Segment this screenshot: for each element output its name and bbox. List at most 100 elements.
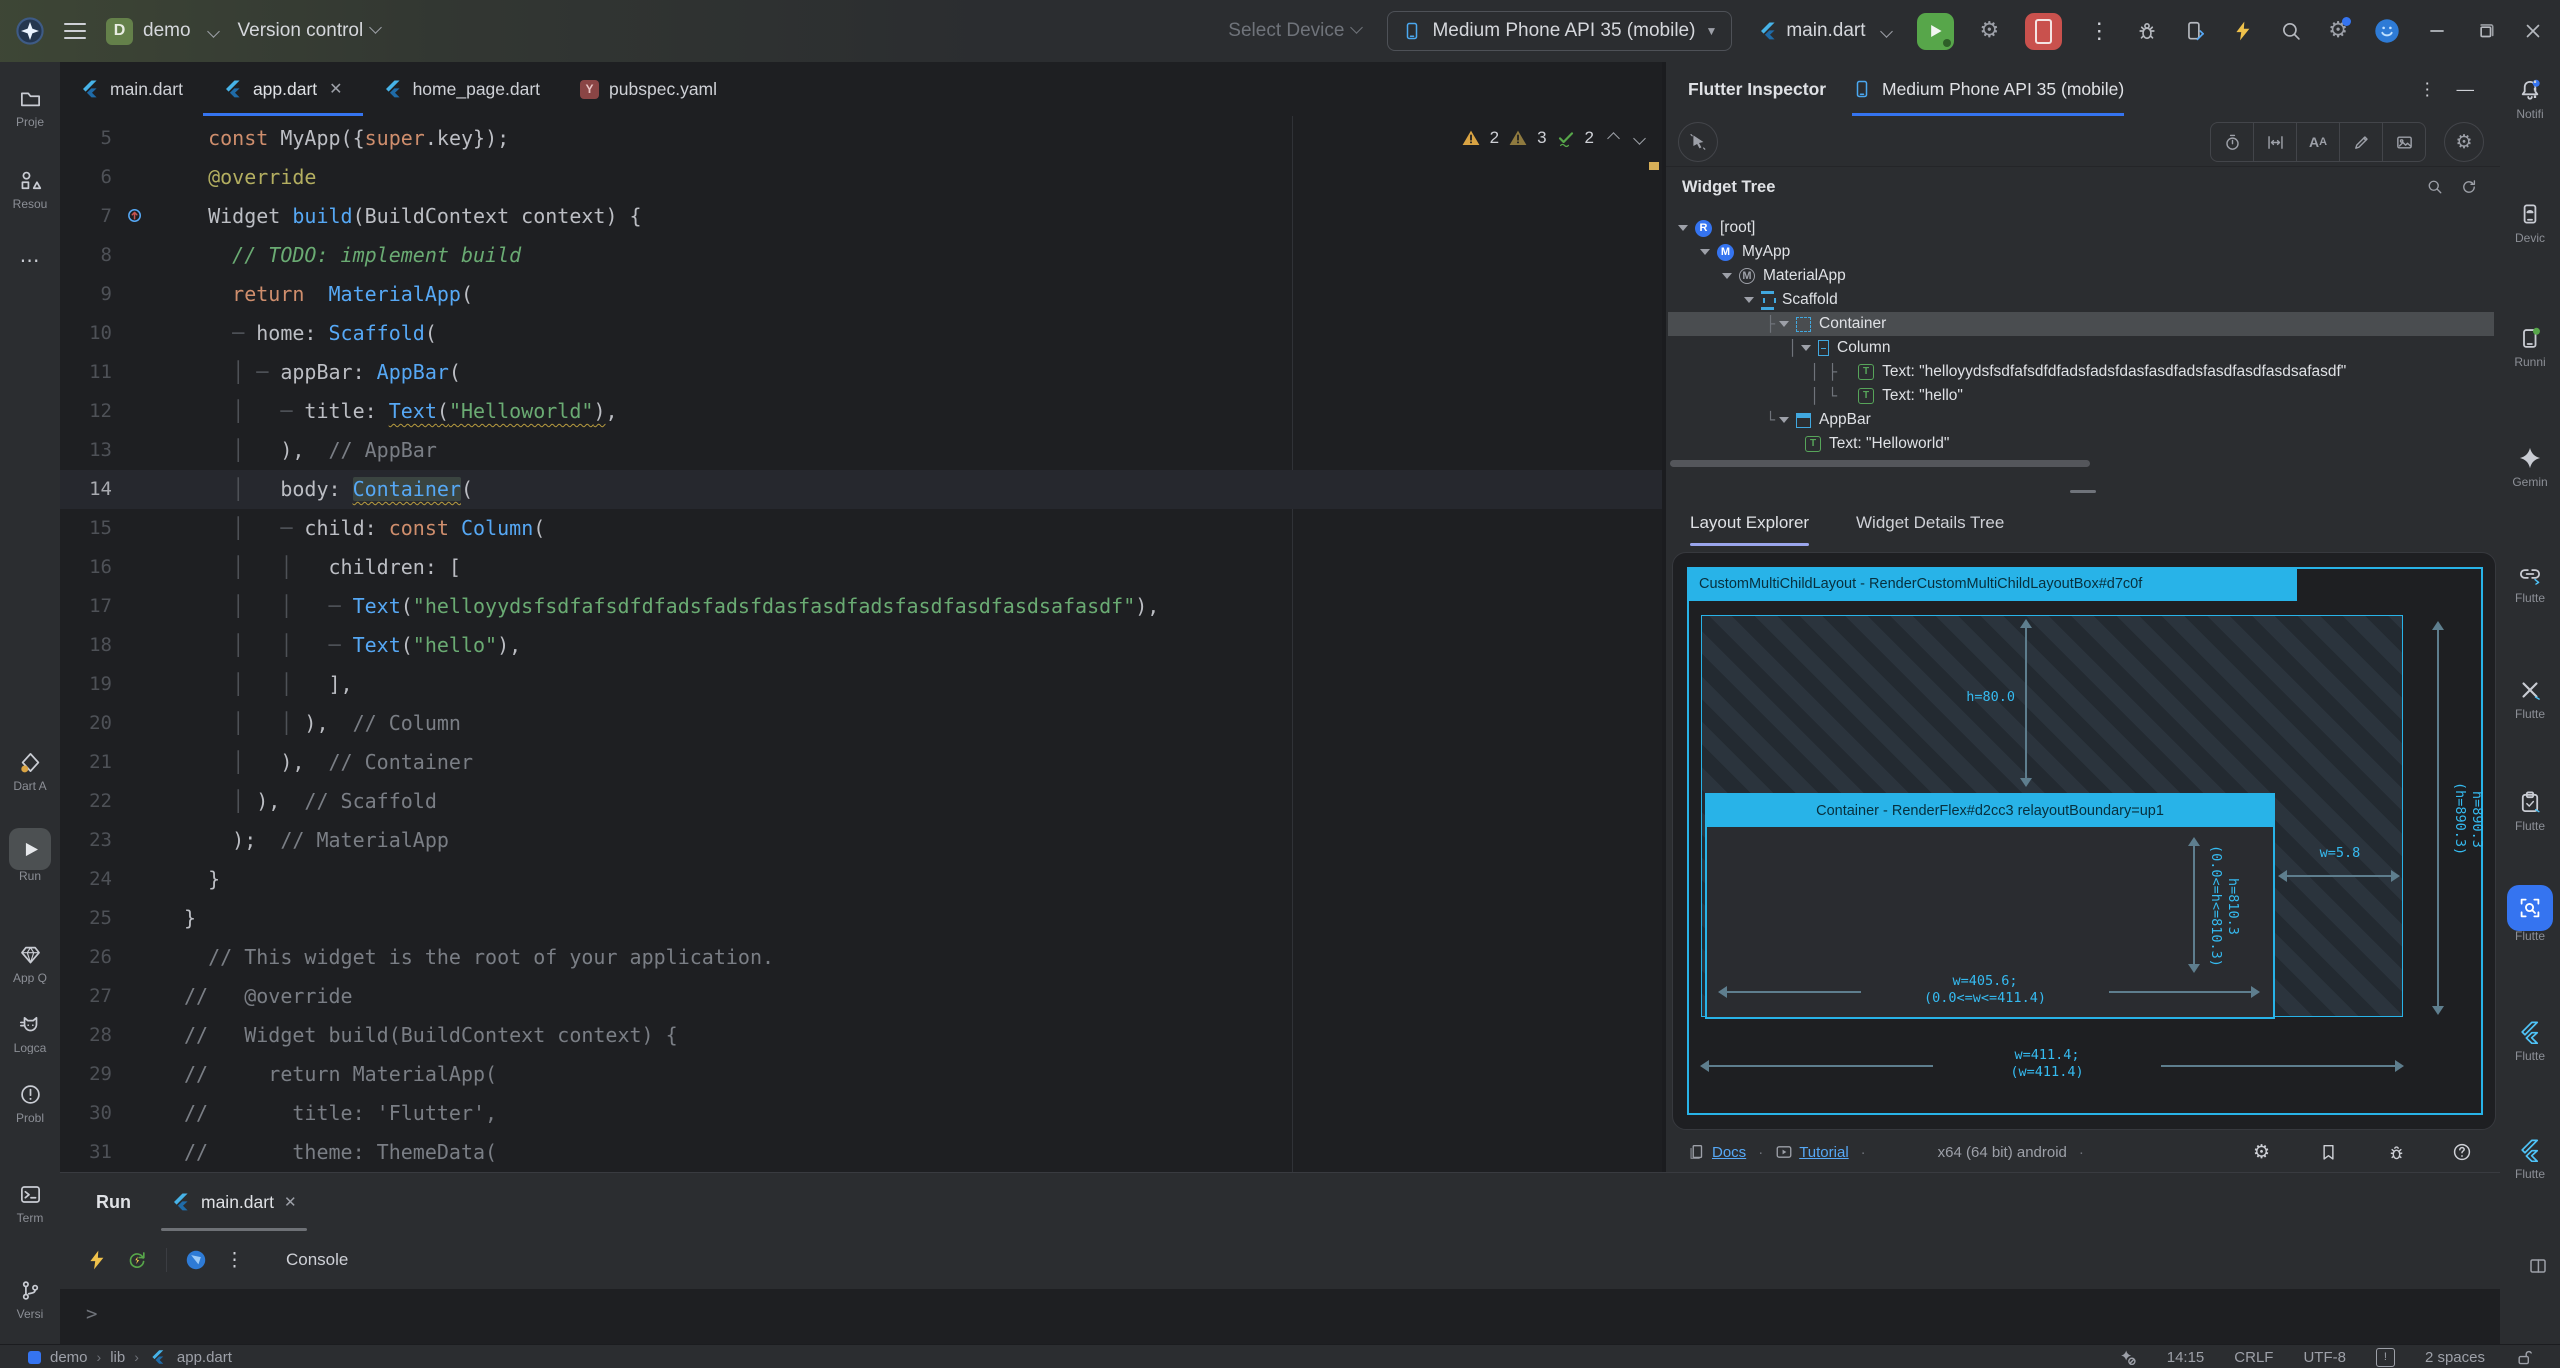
code-line-9[interactable]: 9 return MaterialApp(	[60, 275, 1662, 314]
bug-report-icon[interactable]	[2387, 1143, 2406, 1162]
line-number[interactable]: 14	[60, 470, 112, 509]
code-line-5[interactable]: 5 const MyApp({super.key});	[60, 119, 1662, 158]
tool-stripe-item-Flutte[interactable]: Flutte	[2500, 559, 2560, 604]
line-number[interactable]: 30	[60, 1094, 112, 1133]
tab-widget-details-tree[interactable]: Widget Details Tree	[1856, 500, 2004, 546]
tool-stripe-item-Term[interactable]: Term	[0, 1179, 60, 1224]
line-number[interactable]: 31	[60, 1133, 112, 1172]
tree-layout-divider[interactable]	[1666, 484, 2500, 498]
tree-row-MaterialApp[interactable]: MMaterialApp	[1668, 264, 2494, 288]
code-line-6[interactable]: 6 @override	[60, 158, 1662, 197]
run-button[interactable]	[1917, 13, 1954, 50]
line-number[interactable]: 24	[60, 860, 112, 899]
chevron-down-icon[interactable]	[1700, 249, 1710, 255]
code-line-29[interactable]: 29// return MaterialApp(	[60, 1055, 1662, 1094]
indent-widget[interactable]: 2 spaces	[2425, 1349, 2485, 1366]
line-number[interactable]: 26	[60, 938, 112, 977]
code-line-16[interactable]: 16 │ │ children: [	[60, 548, 1662, 587]
container-render-box[interactable]: Container - RenderFlex#d2cc3 relayoutBou…	[1705, 793, 2275, 1019]
tool-stripe-item-Flutte[interactable]: Flutte	[2500, 787, 2560, 832]
project-widget[interactable]: D demo	[106, 18, 218, 45]
line-number[interactable]: 13	[60, 431, 112, 470]
code-line-15[interactable]: 15 │ ─ child: const Column(	[60, 509, 1662, 548]
code-line-11[interactable]: 11 │ ─ appBar: AppBar(	[60, 353, 1662, 392]
tool-stripe-item-Flutte[interactable]: Flutte	[2500, 897, 2560, 942]
search-everywhere-icon[interactable]	[2280, 20, 2302, 42]
vcs-widget[interactable]: Version control	[238, 20, 381, 42]
line-number[interactable]: 11	[60, 353, 112, 392]
line-ending-widget[interactable]: CRLF	[2234, 1349, 2273, 1366]
tool-stripe-item-Gemin[interactable]: Gemin	[2500, 443, 2560, 488]
code-line-20[interactable]: 20 │ │ ), // Column	[60, 704, 1662, 743]
tutorial-link[interactable]: Tutorial	[1799, 1144, 1848, 1161]
tool-stripe-item-Dart A[interactable]: Dart A	[0, 747, 60, 792]
tree-row-Text-helloyydsfsdfafsdfd[interactable]: │ ├TText: "helloyydsfsdfafsdfdfadsfadsfd…	[1668, 360, 2494, 384]
prev-problem-button[interactable]	[1607, 132, 1620, 145]
tab-options-button[interactable]: ⋮	[2524, 76, 2546, 102]
run-more-options-button[interactable]: ⋮	[225, 1249, 244, 1272]
close-icon[interactable]: ✕	[329, 79, 342, 99]
line-number[interactable]: 12	[60, 392, 112, 431]
device-dropdown[interactable]: Medium Phone API 35 (mobile) ▼	[1387, 11, 1732, 51]
select-widget-mode-button[interactable]	[1678, 122, 1718, 162]
line-number[interactable]: 10	[60, 314, 112, 353]
tab-device-preview[interactable]: Medium Phone API 35 (mobile)	[1852, 62, 2124, 116]
code-line-22[interactable]: 22 │ ), // Scaffold	[60, 782, 1662, 821]
help-icon[interactable]	[2452, 1142, 2472, 1162]
code-line-25[interactable]: 25}	[60, 899, 1662, 938]
app-inspection-icon[interactable]	[2136, 20, 2158, 42]
profile-avatar[interactable]	[2374, 18, 2400, 44]
tool-stripe-item-Runni[interactable]: Runni	[2500, 323, 2560, 368]
chevron-down-icon[interactable]	[1801, 345, 1811, 351]
tool-stripe-item-Run[interactable]: Run	[0, 837, 60, 882]
code-line-12[interactable]: 12 │ ─ title: Text("Helloworld"),	[60, 392, 1662, 431]
editor-layout-icon[interactable]	[2528, 1256, 2548, 1276]
console-tab[interactable]: Console	[286, 1250, 348, 1270]
tree-row-Scaffold[interactable]: Scaffold	[1668, 288, 2494, 312]
code-line-13[interactable]: 13 │ ), // AppBar	[60, 431, 1662, 470]
settings-icon[interactable]: ⚙	[2328, 20, 2348, 42]
tree-row--root-[interactable]: R[root]	[1668, 216, 2494, 240]
more-actions-button[interactable]: ⋮	[2088, 18, 2110, 44]
code-line-31[interactable]: 31// theme: ThemeData(	[60, 1133, 1662, 1172]
encoding-widget[interactable]: UTF-8	[2303, 1349, 2346, 1366]
code-line-21[interactable]: 21 │ ), // Container	[60, 743, 1662, 782]
chevron-down-icon[interactable]	[1779, 417, 1789, 423]
tree-row-AppBar[interactable]: └AppBar	[1668, 408, 2494, 432]
line-number[interactable]: 28	[60, 1016, 112, 1055]
line-number[interactable]: 5	[60, 119, 112, 158]
line-number[interactable]: 25	[60, 899, 112, 938]
hot-restart-icon[interactable]	[126, 1249, 148, 1271]
code-line-27[interactable]: 27// @override	[60, 977, 1662, 1016]
code-line-30[interactable]: 30// title: 'Flutter',	[60, 1094, 1662, 1133]
chevron-down-icon[interactable]	[1744, 297, 1754, 303]
code-line-10[interactable]: 10 ─ home: Scaffold(	[60, 314, 1662, 353]
chevron-down-icon[interactable]	[1722, 273, 1732, 279]
line-number[interactable]: 23	[60, 821, 112, 860]
docs-link[interactable]: Docs	[1712, 1144, 1746, 1161]
maximize-button[interactable]	[2474, 20, 2496, 42]
chevron-down-icon[interactable]	[1779, 321, 1789, 327]
tool-stripe-item-Probl[interactable]: Probl	[0, 1079, 60, 1124]
tree-row-MyApp[interactable]: MMyApp	[1668, 240, 2494, 264]
line-number[interactable]: 9	[60, 275, 112, 314]
line-number[interactable]: 6	[60, 158, 112, 197]
code-line-24[interactable]: 24 }	[60, 860, 1662, 899]
main-menu-button[interactable]	[64, 19, 86, 44]
search-icon[interactable]	[2426, 178, 2444, 196]
code-line-14[interactable]: 14 │ body: Container(	[60, 470, 1662, 509]
tree-row-Text-hello-[interactable]: │ └TText: "hello"	[1668, 384, 2494, 408]
code-line-28[interactable]: 28// Widget build(BuildContext context) …	[60, 1016, 1662, 1055]
tool-stripe-item-Flutte[interactable]: Flutte	[2500, 1017, 2560, 1062]
tab-layout-explorer[interactable]: Layout Explorer	[1690, 500, 1809, 546]
paint-baselines-button[interactable]	[2339, 123, 2382, 161]
refresh-icon[interactable]	[2460, 178, 2478, 196]
close-button[interactable]	[2522, 20, 2544, 42]
code-line-8[interactable]: 8 // TODO: implement build	[60, 236, 1662, 275]
console-output[interactable]: >	[60, 1289, 2500, 1345]
panel-minimize-button[interactable]: —	[2457, 62, 2475, 116]
code-editor[interactable]: 5 const MyApp({super.key});6 @override7 …	[60, 116, 1662, 1172]
code-line-17[interactable]: 17 │ │ ─ Text("helloyydsfsdfafsdfdfadsfa…	[60, 587, 1662, 626]
tree-horizontal-scrollbar[interactable]	[1670, 460, 2090, 467]
chevron-down-icon[interactable]	[1678, 225, 1688, 231]
